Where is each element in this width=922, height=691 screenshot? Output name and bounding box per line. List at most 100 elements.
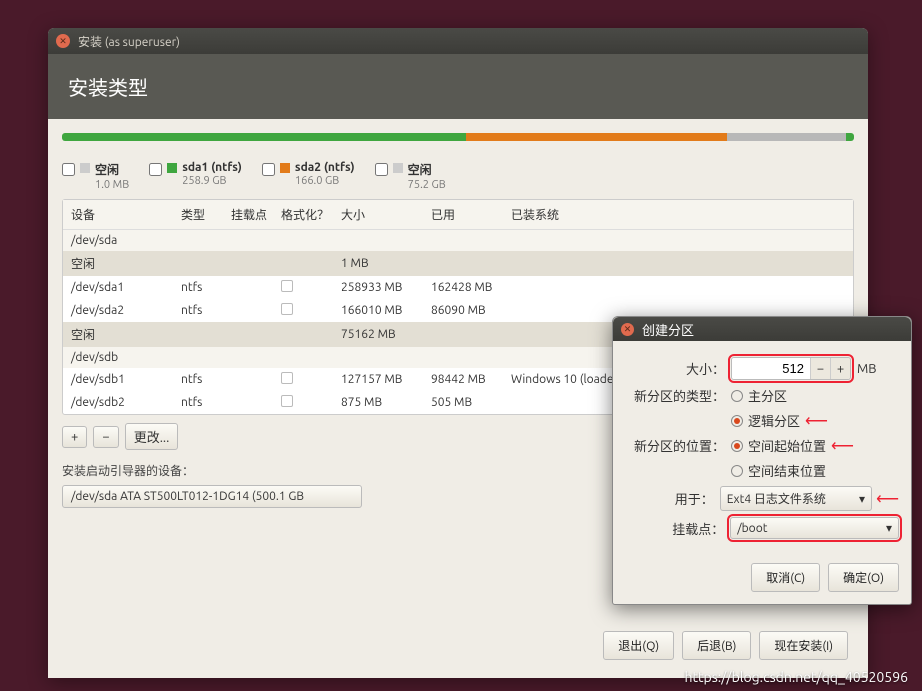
table-row[interactable]: /dev/sda1ntfs258933 MB162428 MB xyxy=(63,276,853,299)
format-checkbox[interactable] xyxy=(281,372,293,384)
type-logical-label: 逻辑分区 xyxy=(748,411,800,430)
position-end-radio[interactable]: 空间结束位置 xyxy=(731,461,854,480)
dialog-close-icon[interactable]: ✕ xyxy=(621,323,634,336)
table-cell xyxy=(281,395,341,410)
create-partition-dialog: ✕ 创建分区 大小： − + MB 新分区的类型： 主分区 逻辑分区 xyxy=(612,316,912,605)
dialog-ok-button[interactable]: 确定(O) xyxy=(828,563,899,592)
table-cell: 166010 MB xyxy=(341,304,431,317)
column-header: 已用 xyxy=(431,206,511,223)
size-input[interactable] xyxy=(732,358,810,379)
page-heading-area: 安装类型 xyxy=(48,54,868,119)
table-cell: /dev/sda2 xyxy=(71,304,181,317)
size-spinner[interactable]: − + xyxy=(731,357,851,380)
legend-item: sda2 (ntfs)166.0 GB xyxy=(262,161,355,187)
color-swatch-icon xyxy=(280,163,290,173)
table-row[interactable]: 空闲 1 MB xyxy=(63,251,853,276)
position-begin-label: 空间起始位置 xyxy=(748,436,826,455)
legend-sub: 258.9 GB xyxy=(182,175,226,187)
legend-label: sda2 (ntfs) xyxy=(295,161,355,174)
radio-icon xyxy=(731,465,743,477)
legend-item: 空闲75.2 GB xyxy=(375,161,446,191)
mount-label: 挂载点： xyxy=(625,519,724,538)
table-cell: 875 MB xyxy=(341,396,431,409)
annotation-arrow-icon: ⟵ xyxy=(831,436,854,455)
chevron-down-icon: ▾ xyxy=(886,521,892,535)
table-cell: /dev/sdb2 xyxy=(71,396,181,409)
legend-sub: 75.2 GB xyxy=(408,179,446,191)
size-label: 大小： xyxy=(625,359,725,378)
type-primary-radio[interactable]: 主分区 xyxy=(731,386,828,405)
quit-button[interactable]: 退出(Q) xyxy=(603,631,674,660)
table-cell: ntfs xyxy=(181,396,231,409)
legend-checkbox[interactable] xyxy=(149,163,162,176)
type-primary-label: 主分区 xyxy=(748,386,787,405)
table-header: 设备类型挂载点格式化？大小已用已装系统 xyxy=(63,200,853,230)
legend-label: 空闲 xyxy=(95,164,119,177)
legend-sub: 166.0 GB xyxy=(295,175,339,187)
table-row[interactable]: /dev/sda xyxy=(63,230,853,251)
position-begin-radio[interactable]: 空间起始位置 ⟵ xyxy=(731,436,854,455)
radio-icon xyxy=(731,415,743,427)
change-partition-button[interactable]: 更改... xyxy=(125,423,179,450)
legend-item: sda1 (ntfs)258.9 GB xyxy=(149,161,242,187)
size-increment-button[interactable]: + xyxy=(830,358,850,379)
install-now-button[interactable]: 现在安装(I) xyxy=(759,631,848,660)
bar-segment xyxy=(466,133,727,141)
table-cell: ntfs xyxy=(181,304,231,317)
radio-icon xyxy=(731,390,743,402)
mount-point-select[interactable]: /boot ▾ xyxy=(730,517,899,539)
color-swatch-icon xyxy=(80,163,90,173)
table-cell: 86090 MB xyxy=(431,304,511,317)
table-cell: 空闲 xyxy=(71,326,181,343)
footer-buttons: 退出(Q) 后退(B) 现在安装(I) xyxy=(603,631,848,660)
column-header: 设备 xyxy=(71,206,181,223)
table-cell: 98442 MB xyxy=(431,373,511,386)
back-button[interactable]: 后退(B) xyxy=(682,631,751,660)
page-title: 安装类型 xyxy=(68,76,148,99)
table-cell: ntfs xyxy=(181,373,231,386)
table-cell: ntfs xyxy=(181,281,231,294)
legend-checkbox[interactable] xyxy=(262,163,275,176)
partition-legend: 空闲 1.0 MB sda1 (ntfs)258.9 GB sda2 (ntfs)… xyxy=(62,161,854,191)
add-partition-button[interactable]: + xyxy=(62,426,87,448)
column-header: 格式化？ xyxy=(281,206,341,223)
table-cell: /dev/sda1 xyxy=(71,281,181,294)
table-cell: 空闲 xyxy=(71,255,181,272)
mount-value: /boot xyxy=(737,522,767,535)
close-icon[interactable]: ✕ xyxy=(56,34,70,48)
column-header: 已装系统 xyxy=(511,206,845,223)
column-header: 类型 xyxy=(181,206,231,223)
titlebar: ✕ 安装 (as superuser) xyxy=(48,28,868,54)
format-checkbox[interactable] xyxy=(281,280,293,292)
filesystem-select[interactable]: Ext4 日志文件系统 ▾ xyxy=(720,486,872,511)
table-cell: 258933 MB xyxy=(341,281,431,294)
legend-item: 空闲 1.0 MB xyxy=(62,161,129,191)
use-as-label: 用于： xyxy=(625,489,714,508)
type-logical-radio[interactable]: 逻辑分区 ⟵ xyxy=(731,411,828,430)
legend-sub: 1.0 MB xyxy=(95,179,129,191)
dialog-cancel-button[interactable]: 取消(C) xyxy=(751,563,820,592)
table-cell: 75162 MB xyxy=(341,328,431,341)
size-decrement-button[interactable]: − xyxy=(810,358,830,379)
format-checkbox[interactable] xyxy=(281,395,293,407)
bar-segment xyxy=(727,133,846,141)
table-cell: /dev/sda xyxy=(71,234,181,247)
remove-partition-button[interactable]: − xyxy=(93,426,118,448)
legend-checkbox[interactable] xyxy=(375,163,388,176)
dialog-footer: 取消(C) 确定(O) xyxy=(613,555,911,604)
format-checkbox[interactable] xyxy=(281,303,293,315)
column-header: 大小 xyxy=(341,206,431,223)
bootloader-device-select[interactable]: /dev/sda ATA ST500LT012-1DG14 (500.1 GB xyxy=(62,485,362,508)
annotation-arrow-icon: ⟵ xyxy=(805,411,828,430)
table-cell: /dev/sdb xyxy=(71,351,181,364)
size-unit: MB xyxy=(857,362,877,376)
table-cell xyxy=(281,303,341,318)
annotation-arrow-icon: ⟵ xyxy=(876,489,899,508)
dialog-title: 创建分区 xyxy=(642,320,694,339)
table-cell: 1 MB xyxy=(341,257,431,270)
bootloader-value: /dev/sda ATA ST500LT012-1DG14 (500.1 GB xyxy=(71,490,304,503)
legend-checkbox[interactable] xyxy=(62,163,75,176)
position-end-label: 空间结束位置 xyxy=(748,461,826,480)
legend-label: sda1 (ntfs) xyxy=(182,161,242,174)
table-cell xyxy=(281,372,341,387)
